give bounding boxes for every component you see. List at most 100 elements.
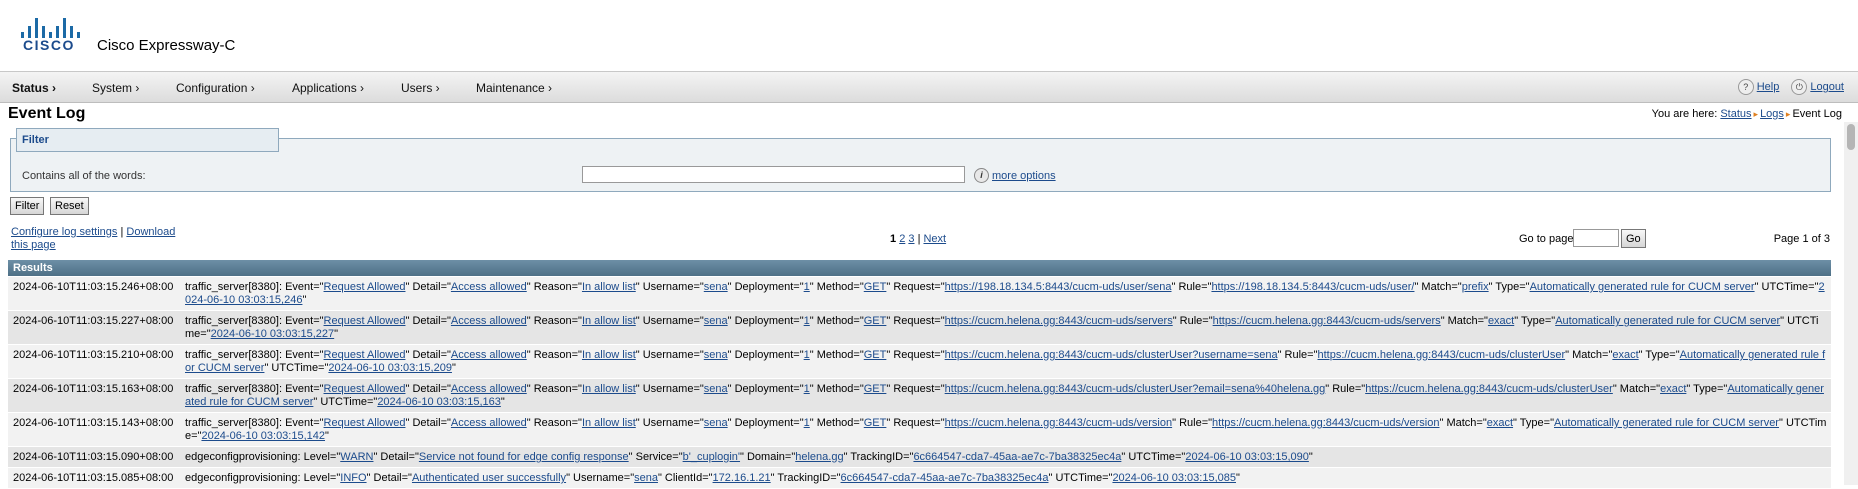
log-field-link[interactable]: https://cucm.helena.gg:8443/cucm-uds/clu…	[945, 349, 1278, 361]
log-field-link[interactable]: 2024-06-10 03:03:15,227	[211, 328, 335, 340]
pager: 1 2 3 | Next	[890, 233, 946, 245]
more-options-link[interactable]: more options	[992, 170, 1056, 182]
log-field-link[interactable]: prefix	[1462, 281, 1489, 293]
help-link[interactable]: Help	[1757, 81, 1780, 93]
log-field-link[interactable]: 2024-06-10 03:03:15,142	[201, 430, 325, 442]
log-field-link[interactable]: INFO	[340, 472, 366, 484]
log-field-link[interactable]: 172.16.1.21	[713, 472, 771, 484]
log-field-link[interactable]: In allow list	[582, 417, 636, 429]
log-field-link[interactable]: 6c664547-cda7-45aa-ae7c-7ba38325ec4a	[913, 451, 1121, 463]
log-field-link[interactable]: In allow list	[582, 281, 636, 293]
log-field-link[interactable]: sena	[634, 472, 658, 484]
go-button[interactable]: Go	[1621, 229, 1646, 248]
goto-page-input[interactable]	[1573, 229, 1619, 247]
scrollbar-thumb[interactable]	[1847, 124, 1855, 150]
log-field-link[interactable]: GET	[864, 349, 887, 361]
log-field-link[interactable]: 2024-06-10 03:03:15,163	[377, 396, 501, 408]
log-field-link[interactable]: Access allowed	[451, 281, 527, 293]
log-field-text: " Type="	[1514, 315, 1556, 327]
log-field-link[interactable]: https://cucm.helena.gg:8443/cucm-uds/ver…	[1212, 417, 1439, 429]
log-field-link[interactable]: 2024-06-10 03:03:15,209	[328, 362, 452, 374]
log-field-link[interactable]: GET	[864, 383, 887, 395]
breadcrumb-arrow-icon: ▸	[1785, 109, 1791, 119]
log-field-text: " Username="	[635, 383, 704, 395]
nav-maintenance[interactable]: Maintenance ›	[476, 81, 552, 95]
log-field-text: " Type="	[1488, 281, 1530, 293]
log-field-text: " Request="	[886, 383, 945, 395]
log-field-link[interactable]: GET	[864, 281, 887, 293]
log-field-link[interactable]: https://198.18.134.5:8443/cucm-uds/user/	[1211, 281, 1414, 293]
filter-button[interactable]: Filter	[10, 197, 45, 215]
log-field-link[interactable]: exact	[1487, 417, 1513, 429]
goto-label: Go to page	[1519, 233, 1574, 245]
log-field-link[interactable]: Automatically generated rule for CUCM se…	[1530, 281, 1755, 293]
log-field-link[interactable]: Request Allowed	[324, 417, 406, 429]
log-field-link[interactable]: Access allowed	[451, 417, 527, 429]
log-field-link[interactable]: https://cucm.helena.gg:8443/cucm-uds/clu…	[1318, 349, 1566, 361]
log-field-link[interactable]: https://cucm.helena.gg:8443/cucm-uds/clu…	[945, 383, 1326, 395]
help-icon[interactable]: ?	[1737, 79, 1754, 95]
log-field-link[interactable]: Request Allowed	[324, 281, 406, 293]
breadcrumb-logs[interactable]: Logs	[1760, 108, 1784, 120]
filter-label: Contains all of the words:	[22, 170, 146, 182]
nav-configuration[interactable]: Configuration ›	[176, 81, 255, 95]
log-field-link[interactable]: https://cucm.helena.gg:8443/cucm-uds/ser…	[945, 315, 1173, 327]
log-field-link[interactable]: WARN	[340, 451, 373, 463]
log-field-link[interactable]: GET	[864, 315, 887, 327]
logout-link[interactable]: Logout	[1810, 81, 1844, 93]
pager-next[interactable]: Next	[923, 233, 946, 245]
log-field-link[interactable]: Access allowed	[451, 315, 527, 327]
log-field-link[interactable]: 2024-06-10 03:03:15,085	[1112, 472, 1236, 484]
nav-status[interactable]: Status ›	[12, 81, 56, 95]
log-field-link[interactable]: Service not found for edge config respon…	[419, 451, 629, 463]
log-field-link[interactable]: exact	[1660, 383, 1686, 395]
log-field-link[interactable]: 6c664547-cda7-45aa-ae7c-7ba38325ec4a	[841, 472, 1049, 484]
log-field-link[interactable]: Request Allowed	[324, 315, 406, 327]
log-field-text: " Method="	[809, 281, 864, 293]
log-row: 2024-06-10T11:03:15.163+08:00 traffic_ser…	[8, 379, 1831, 413]
log-field-link[interactable]: sena	[704, 417, 728, 429]
log-field-link[interactable]: https://cucm.helena.gg:8443/cucm-uds/ser…	[1213, 315, 1441, 327]
log-field-link[interactable]: b'_cuplogin'	[683, 451, 740, 463]
log-field-link[interactable]: 2024-06-10 03:03:15,090	[1185, 451, 1309, 463]
log-field-link[interactable]: Request Allowed	[324, 349, 406, 361]
log-field-link[interactable]: exact	[1612, 349, 1638, 361]
pager-page-3[interactable]: 3	[908, 233, 914, 245]
nav-users[interactable]: Users ›	[401, 81, 440, 95]
log-field-link[interactable]: helena.gg	[795, 451, 843, 463]
log-field-link[interactable]: In allow list	[582, 349, 636, 361]
log-field-link[interactable]: Request Allowed	[324, 383, 406, 395]
page-count: Page 1 of 3	[1773, 233, 1830, 245]
log-field-link[interactable]: In allow list	[582, 383, 636, 395]
breadcrumb-status[interactable]: Status	[1720, 108, 1751, 120]
log-field-link[interactable]: exact	[1488, 315, 1514, 327]
reset-button[interactable]: Reset	[50, 197, 89, 215]
log-field-link[interactable]: sena	[704, 281, 728, 293]
log-timestamp: 2024-06-10T11:03:15.163+08:00	[13, 383, 174, 395]
log-field-link[interactable]: Access allowed	[451, 383, 527, 395]
log-field-text: traffic_server[8380]: Event="	[185, 315, 324, 327]
log-field-link[interactable]: https://198.18.134.5:8443/cucm-uds/user/…	[945, 281, 1172, 293]
log-field-link[interactable]: Automatically generated rule for CUCM se…	[1555, 315, 1780, 327]
log-field-link[interactable]: Automatically generated rule for CUCM se…	[1554, 417, 1779, 429]
pager-page-2[interactable]: 2	[899, 233, 905, 245]
logout-icon[interactable]: ⏻	[1791, 79, 1808, 95]
log-field-link[interactable]: GET	[864, 417, 887, 429]
info-icon[interactable]: i	[974, 168, 989, 183]
log-field-link[interactable]: In allow list	[582, 315, 636, 327]
log-field-link[interactable]: Authenticated user successfully	[412, 472, 566, 484]
nav-applications[interactable]: Applications ›	[292, 81, 364, 95]
log-field-link[interactable]: sena	[704, 383, 728, 395]
nav-system[interactable]: System ›	[92, 81, 139, 95]
nav-right: ? Help ⏻ Logout	[1737, 79, 1844, 95]
breadcrumb-prefix: You are here:	[1651, 108, 1718, 120]
log-field-text: "	[500, 396, 505, 408]
log-field-link[interactable]: https://cucm.helena.gg:8443/cucm-uds/clu…	[1365, 383, 1613, 395]
configure-log-settings-link[interactable]: Configure log settings	[11, 226, 117, 238]
filter-words-input[interactable]	[582, 166, 965, 183]
log-field-link[interactable]: Access allowed	[451, 349, 527, 361]
log-field-link[interactable]: sena	[704, 349, 728, 361]
log-field-link[interactable]: sena	[704, 315, 728, 327]
log-field-link[interactable]: https://cucm.helena.gg:8443/cucm-uds/ver…	[945, 417, 1172, 429]
vertical-scrollbar[interactable]	[1844, 122, 1858, 485]
